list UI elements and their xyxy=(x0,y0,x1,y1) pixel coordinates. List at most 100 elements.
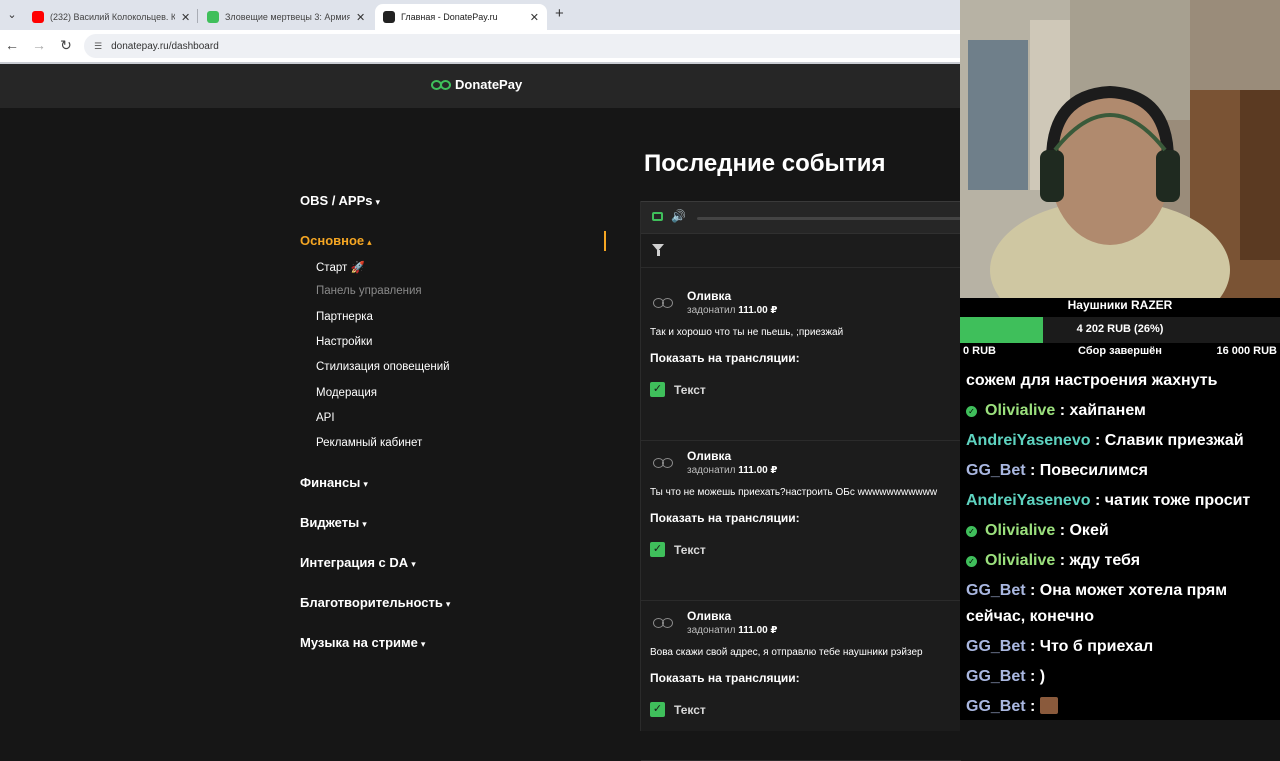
logo-text: DonatePay xyxy=(455,77,523,92)
chat-message: GG_Bet : Она может хотела прям сейчас, к… xyxy=(966,578,1278,630)
chat-text: : Повесилимся xyxy=(1025,462,1148,479)
chat-message: ✓ Olivialive : хайпанем xyxy=(966,398,1278,424)
chat-text: : Что б приехал xyxy=(1025,638,1154,655)
chat-username: GG_Bet xyxy=(966,582,1026,599)
donation-goal-title: Наушники RAZER xyxy=(1067,298,1173,312)
volume-icon[interactable]: 🔊 xyxy=(671,209,686,223)
goal-max-label: 16 000 RUB xyxy=(1216,345,1277,357)
address-bar[interactable]: ☰ donatepay.ru/dashboard xyxy=(84,34,960,58)
chat-message: ✓ Olivialive : Окей xyxy=(966,518,1278,544)
browser-tab-youtube[interactable]: (232) Василий Колокольцев. К ✕ xyxy=(24,4,198,30)
chat-username: AndreiYasenevo xyxy=(966,492,1091,509)
stream-chat: сожем для настроения жахнуть ✓ Olivialive … xyxy=(966,368,1278,720)
menu-section-obs[interactable]: OBS / APPs ▾ xyxy=(300,193,380,208)
site-header: DonatePay xyxy=(0,64,960,108)
menu-section-music[interactable]: Музыка на стриме ▾ xyxy=(300,635,425,650)
menu-item-dashboard[interactable]: Панель управления xyxy=(316,285,422,297)
chevron-down-icon: ▾ xyxy=(362,519,367,529)
video-toggle-icon[interactable] xyxy=(652,212,663,221)
donor-name: Оливка xyxy=(687,609,732,623)
chat-text: : Славик приезжай xyxy=(1090,432,1244,449)
chat-emote-icon xyxy=(1039,697,1058,714)
tab-search-dropdown-icon[interactable]: ⌄ xyxy=(3,6,21,24)
menu-item-alert-styles[interactable]: Стилизация оповещений xyxy=(316,361,450,373)
menu-section-label: Музыка на стриме xyxy=(300,635,418,650)
donation-amount-line: задонатил 111.00 ₽ xyxy=(687,625,777,636)
chat-message: GG_Bet : xyxy=(966,694,1278,720)
tab-close-icon[interactable]: ✕ xyxy=(181,11,190,24)
menu-section-label: OBS / APPs xyxy=(300,193,373,208)
chat-message: сожем для настроения жахнуть xyxy=(966,368,1278,394)
active-section-indicator xyxy=(604,231,606,251)
new-tab-button[interactable]: + xyxy=(555,5,564,22)
tab-close-icon[interactable]: ✕ xyxy=(530,11,539,24)
menu-section-finance[interactable]: Финансы ▾ xyxy=(300,475,368,490)
menu-item-moderation[interactable]: Модерация xyxy=(316,387,377,399)
menu-item-settings[interactable]: Настройки xyxy=(316,336,372,348)
back-arrow-icon[interactable]: ← xyxy=(4,37,20,53)
donation-action: задонатил xyxy=(687,465,736,476)
menu-item-ad-cabinet[interactable]: Рекламный кабинет xyxy=(316,437,422,449)
menu-section-label: Основное xyxy=(300,233,365,248)
moderator-badge-icon: ✓ xyxy=(966,406,977,417)
moderator-badge-icon: ✓ xyxy=(966,556,977,567)
donation-message: Так и хорошо что ты не пьешь, ;приезжай xyxy=(650,327,844,338)
moderator-badge-icon: ✓ xyxy=(966,526,977,537)
donation-goal-progress: 4 202 RUB (26%) xyxy=(960,317,1280,343)
menu-section-da-integration[interactable]: Интеграция с DA ▾ xyxy=(300,555,416,570)
chat-username: Olivialive xyxy=(985,522,1056,539)
browser-tab-movie[interactable]: Зловещие мертвецы 3: Армия ✕ xyxy=(199,4,373,30)
menu-section-label: Интеграция с DA xyxy=(300,555,409,570)
chat-text: : жду тебя xyxy=(1055,552,1141,569)
chat-message: AndreiYasenevo : чатик тоже просит xyxy=(966,488,1278,514)
chat-text: : xyxy=(1025,698,1040,715)
site-info-icon[interactable]: ☰ xyxy=(94,41,102,52)
donation-amount: 111.00 ₽ xyxy=(738,465,778,476)
donatepay-logo-icon xyxy=(431,79,453,91)
text-checkbox[interactable]: ✓ xyxy=(650,542,665,557)
chat-text: : Окей xyxy=(1055,522,1109,539)
volume-slider[interactable] xyxy=(697,217,961,220)
tab-close-icon[interactable]: ✕ xyxy=(356,11,365,24)
chat-message: GG_Bet : Повесилимся xyxy=(966,458,1278,484)
menu-section-label: Виджеты xyxy=(300,515,360,530)
menu-section-main[interactable]: Основное ▴ xyxy=(300,233,372,248)
filter-icon[interactable] xyxy=(652,244,664,256)
page-title: Последние события xyxy=(644,150,886,177)
chat-text: : ) xyxy=(1025,668,1046,685)
donation-action: задонатил xyxy=(687,305,736,316)
donatepay-event-icon xyxy=(653,458,673,469)
donation-amount: 111.00 ₽ xyxy=(738,625,778,636)
chat-message: GG_Bet : ) xyxy=(966,664,1278,690)
text-checkbox[interactable]: ✓ xyxy=(650,702,665,717)
reload-icon[interactable]: ↻ xyxy=(58,37,74,54)
alert-player: 🔊 xyxy=(641,201,961,234)
menu-item-partner[interactable]: Партнерка xyxy=(316,311,373,323)
browser-tab-donatepay[interactable]: Главная - DonatePay.ru ✕ xyxy=(375,4,547,30)
text-checkbox-label: Текст xyxy=(674,703,706,717)
tab-title: Зловещие мертвецы 3: Армия xyxy=(225,12,350,22)
chat-message: ✓ Olivialive : жду тебя xyxy=(966,548,1278,574)
webcam-feed xyxy=(960,0,1280,298)
youtube-favicon-icon xyxy=(32,11,44,23)
chevron-down-icon: ▾ xyxy=(445,599,451,609)
chat-text: сожем для настроения жахнуть xyxy=(966,372,1218,389)
events-panel: 🔊 Оливка задонатил 111.00 ₽ Так и хорошо… xyxy=(640,201,961,761)
tab-title: (232) Василий Колокольцев. К xyxy=(50,12,175,22)
chat-username: GG_Bet xyxy=(966,462,1026,479)
tab-divider xyxy=(197,9,198,23)
forward-arrow-icon[interactable]: → xyxy=(31,37,47,53)
chat-username: Olivialive xyxy=(985,552,1056,569)
menu-item-start[interactable]: Старт 🚀 xyxy=(316,260,365,274)
browser-toolbar: ← → ↻ ☰ donatepay.ru/dashboard xyxy=(0,30,960,62)
chat-message: AndreiYasenevo : Славик приезжай xyxy=(966,428,1278,454)
menu-section-widgets[interactable]: Виджеты ▾ xyxy=(300,515,367,530)
donatepay-event-icon xyxy=(653,618,673,629)
menu-item-api[interactable]: API xyxy=(316,412,335,424)
chevron-down-icon: ▾ xyxy=(363,479,368,489)
text-checkbox[interactable]: ✓ xyxy=(650,382,665,397)
menu-section-charity[interactable]: Благотворительность ▾ xyxy=(300,595,450,610)
filter-bar xyxy=(641,234,961,268)
donatepay-logo[interactable]: DonatePay xyxy=(431,77,522,92)
donation-message: Ты что не можешь приехать?настроить ОБс … xyxy=(650,487,938,498)
